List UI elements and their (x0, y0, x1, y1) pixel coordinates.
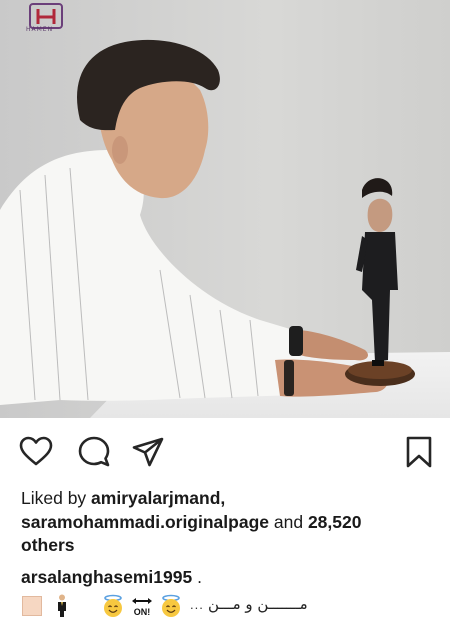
post-action-bar (0, 418, 450, 482)
liker-username-2[interactable]: saramohammadi.originalpage (21, 512, 269, 532)
smiling-halo-emoji-1 (104, 594, 122, 617)
man-in-suit-emoji (58, 594, 66, 617)
on-arrow-emoji: ON! (132, 598, 152, 617)
caption: arsalanghasemi1995 . (21, 566, 202, 588)
likes-separator: , (220, 488, 226, 508)
on-label: ON! (134, 607, 151, 617)
likes-prefix: Liked by (21, 488, 92, 508)
paper-plane-icon (132, 437, 164, 467)
brand-watermark: HAMEN (26, 26, 54, 33)
save-button[interactable] (402, 435, 436, 469)
caption-dot: . (192, 567, 202, 587)
comment-bubble-icon (78, 436, 110, 467)
skin-tone-emoji (22, 596, 42, 616)
likes-summary: Liked by amiryalarjmand, saramohammadi.or… (21, 487, 436, 558)
comment-button[interactable] (77, 435, 111, 469)
caption-username[interactable]: arsalanghasemi1995 (21, 567, 192, 587)
likes-suffix: others (21, 535, 75, 555)
like-button[interactable] (19, 435, 53, 469)
bookmark-icon (406, 436, 432, 468)
likes-count[interactable]: 28,520 (308, 512, 362, 532)
likes-middle: and (269, 511, 308, 532)
liker-username-1[interactable]: amiryalarjmand (91, 488, 220, 508)
post-photo[interactable]: HAMEN (0, 0, 450, 418)
photo-illustration (0, 0, 450, 418)
caption-persian-text: مـــــــن و مـــن (208, 595, 308, 613)
smiling-halo-emoji-2 (162, 594, 180, 617)
caption-emoji-line: ON! ... مـــــــن و مـــن (22, 594, 442, 618)
heart-outline-icon (19, 436, 53, 466)
caption-ellipsis: ... (190, 597, 204, 612)
share-button[interactable] (131, 435, 165, 469)
